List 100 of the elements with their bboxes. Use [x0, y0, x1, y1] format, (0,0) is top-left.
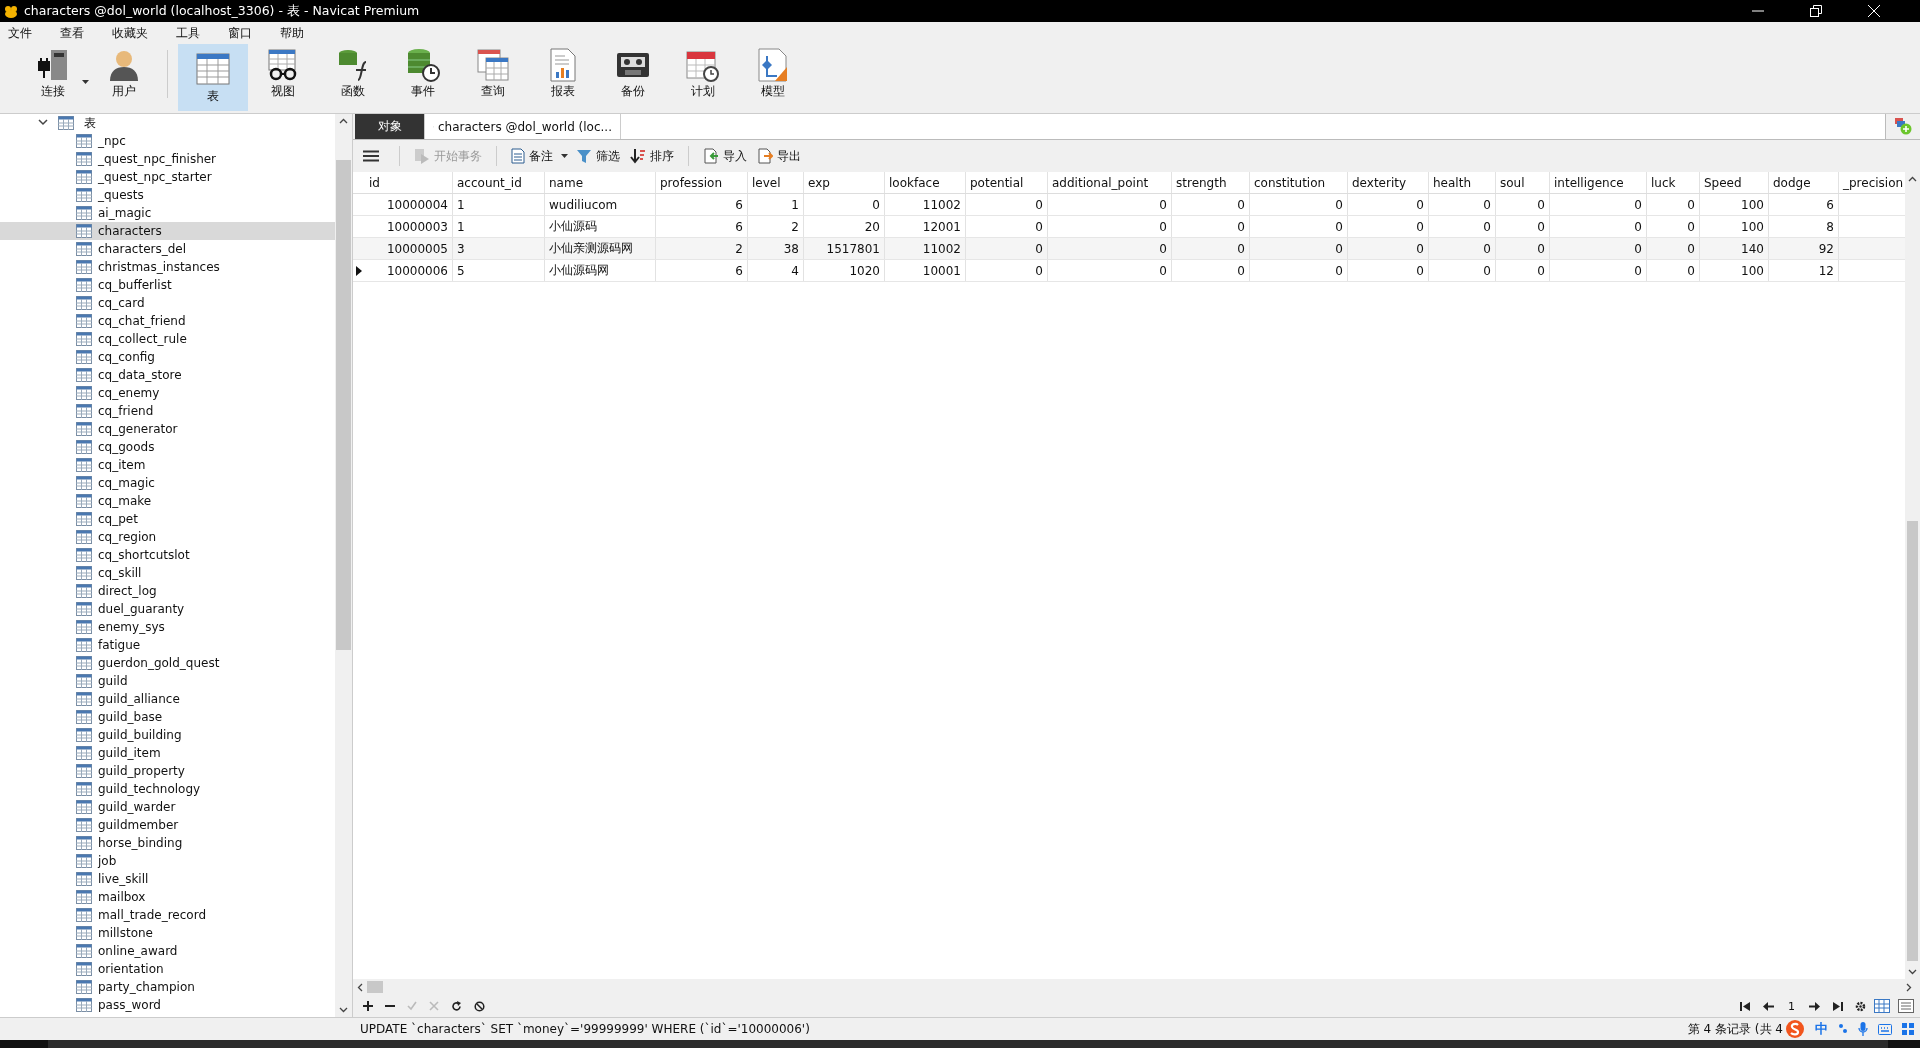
grid-view-icon[interactable] — [1874, 999, 1890, 1013]
toolbar-button[interactable]: 筛选 — [574, 145, 622, 167]
toolbar-button[interactable]: 排序 — [628, 145, 676, 167]
column-header[interactable]: health — [1429, 172, 1496, 193]
column-header[interactable]: level — [748, 172, 804, 193]
add-table-icon[interactable] — [1894, 117, 1912, 135]
tree-item[interactable]: guild — [0, 672, 335, 690]
column-header[interactable]: soul — [1496, 172, 1550, 193]
tab[interactable]: characters @dol_world (loc... — [425, 114, 621, 139]
scroll-down-icon[interactable] — [1908, 969, 1917, 975]
tree-item[interactable]: cq_config — [0, 348, 335, 366]
tree-item[interactable]: guerdon_gold_quest — [0, 654, 335, 672]
column-header[interactable]: dodge — [1769, 172, 1839, 193]
toolbar-button[interactable]: 导出 — [755, 145, 803, 167]
horizontal-scrollbar[interactable] — [353, 979, 1920, 995]
toolbar-button[interactable]: 备注 — [509, 145, 555, 167]
tree-item[interactable]: direct_log — [0, 582, 335, 600]
ime-mode[interactable]: 中 — [1815, 1020, 1828, 1038]
column-header[interactable]: lookface — [885, 172, 966, 193]
ime-logo-icon[interactable] — [1785, 1019, 1805, 1039]
column-header[interactable]: id — [365, 172, 453, 193]
tree-item[interactable]: fatigue — [0, 636, 335, 654]
toolbar-button[interactable]: 查询 — [458, 44, 528, 106]
tree-item[interactable]: christmas_instances — [0, 258, 335, 276]
toolbar-button[interactable]: 视图 — [248, 44, 318, 106]
check-icon[interactable] — [407, 1001, 417, 1011]
tree-item[interactable]: _npc — [0, 132, 335, 150]
tab[interactable]: 对象 — [355, 114, 425, 139]
column-header[interactable]: strength — [1172, 172, 1250, 193]
tree-item[interactable]: 表 — [84, 114, 96, 132]
previous-page-icon[interactable] — [1763, 1001, 1774, 1011]
tree-item[interactable]: ai_magic — [0, 204, 335, 222]
caret-icon[interactable] — [561, 154, 568, 158]
chevron-down-icon[interactable] — [38, 119, 48, 127]
menu-icon[interactable] — [363, 150, 379, 162]
tree-item[interactable]: mall_trade_record — [0, 906, 335, 924]
tree-item[interactable]: enemy_sys — [0, 618, 335, 636]
column-header[interactable]: account_id — [453, 172, 545, 193]
tree-item[interactable]: cq_friend — [0, 402, 335, 420]
tree-item[interactable]: cq_item — [0, 456, 335, 474]
column-header[interactable]: additional_point — [1048, 172, 1172, 193]
scroll-up-icon[interactable] — [339, 118, 348, 124]
toolbar-button[interactable]: 导入 — [701, 145, 749, 167]
tree-item[interactable]: _quest_npc_starter — [0, 168, 335, 186]
column-header[interactable]: exp — [804, 172, 885, 193]
scrollbar[interactable] — [335, 114, 352, 1017]
column-header[interactable]: profession — [656, 172, 748, 193]
menu-item[interactable]: 帮助 — [278, 24, 316, 42]
column-header[interactable]: Speed — [1700, 172, 1769, 193]
menu-item[interactable]: 工具 — [174, 24, 212, 42]
column-header[interactable]: constitution — [1250, 172, 1348, 193]
column-header[interactable]: potential — [966, 172, 1048, 193]
column-header[interactable]: dexterity — [1348, 172, 1429, 193]
menu-item[interactable]: 查看 — [58, 24, 96, 42]
toolbar-button[interactable]: 用户 — [89, 44, 159, 106]
plus-icon[interactable] — [363, 1001, 373, 1011]
menu-item[interactable]: 窗口 — [226, 24, 264, 42]
scroll-up-icon[interactable] — [1908, 176, 1917, 182]
tree-item[interactable]: duel_guaranty — [0, 600, 335, 618]
tree-item[interactable]: guild_property — [0, 762, 335, 780]
settings-icon[interactable] — [1855, 1000, 1866, 1012]
tree-item[interactable]: mailbox — [0, 888, 335, 906]
tree-item[interactable]: live_skill — [0, 870, 335, 888]
tree-item[interactable]: online_award — [0, 942, 335, 960]
tree-item[interactable]: guild_base — [0, 708, 335, 726]
tree-item[interactable]: cq_make — [0, 492, 335, 510]
scroll-down-icon[interactable] — [339, 1007, 348, 1013]
tree-item[interactable]: guild_warder — [0, 798, 335, 816]
tree-item[interactable]: cq_shortcutslot — [0, 546, 335, 564]
tree-item[interactable]: guild_building — [0, 726, 335, 744]
tree-item[interactable]: guild_technology — [0, 780, 335, 798]
tree-item[interactable]: job — [0, 852, 335, 870]
tree-item[interactable]: guildmember — [0, 816, 335, 834]
restore-icon[interactable] — [1810, 5, 1822, 17]
keyboard-icon[interactable] — [1878, 1023, 1892, 1035]
toolbar-button[interactable]: 表 — [178, 44, 248, 111]
tree-item[interactable]: cq_card — [0, 294, 335, 312]
column-header[interactable]: luck — [1647, 172, 1700, 193]
toolbar-button[interactable]: 计划 — [668, 44, 738, 106]
tree-item[interactable]: guild_alliance — [0, 690, 335, 708]
scroll-thumb[interactable] — [367, 981, 383, 993]
tree-item[interactable]: cq_enemy — [0, 384, 335, 402]
tree-item[interactable]: millstone — [0, 924, 335, 942]
microphone-icon[interactable] — [1858, 1022, 1868, 1036]
caret-icon[interactable] — [82, 80, 89, 84]
tree-item[interactable]: characters — [0, 222, 335, 240]
toolbar-button[interactable]: 模型 — [738, 44, 808, 106]
form-view-icon[interactable] — [1898, 999, 1914, 1013]
toolbar-button[interactable]: 事件 — [388, 44, 458, 106]
scroll-left-icon[interactable] — [357, 982, 363, 992]
close-icon[interactable] — [1868, 5, 1880, 17]
tree-item[interactable]: guild_item — [0, 744, 335, 762]
first-page-icon[interactable] — [1740, 1001, 1751, 1011]
punctuation-icon[interactable] — [1838, 1023, 1848, 1035]
next-page-icon[interactable] — [1809, 1001, 1820, 1011]
tree-item[interactable]: _quest_npc_finisher — [0, 150, 335, 168]
tree-item[interactable]: orientation — [0, 960, 335, 978]
toolbar-button[interactable]: 函数 — [318, 44, 388, 106]
page-number[interactable]: 1 — [1786, 999, 1797, 1013]
scroll-right-icon[interactable] — [1906, 982, 1912, 992]
